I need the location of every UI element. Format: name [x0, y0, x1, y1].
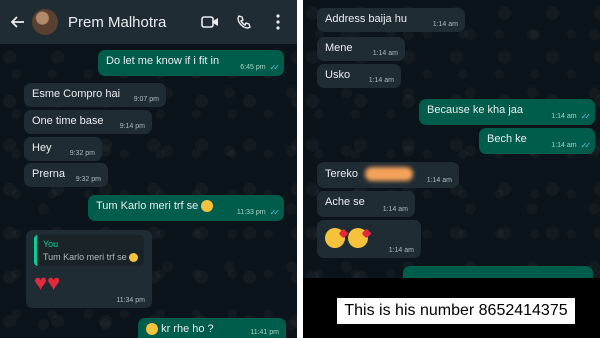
message-incoming[interactable]: Usko 1:14 am	[317, 64, 401, 88]
message-time: 1:14 am	[382, 206, 408, 213]
quote-text: Tum Karlo meri trf se	[43, 252, 127, 262]
red-heart-emoji-icon: ♥	[34, 270, 48, 296]
avatar[interactable]	[32, 9, 58, 35]
smiling-face-emoji-icon	[129, 253, 139, 263]
message-text: Ache se	[325, 196, 365, 208]
smiling-face-emoji-icon	[201, 200, 214, 213]
message-incoming[interactable]: Address baija hu 1:14 am	[317, 8, 465, 32]
message-time: 11:34 pm	[116, 297, 145, 304]
red-heart-emoji-icon: ♥	[47, 270, 61, 296]
chat-header: Prem Malhotra	[0, 0, 297, 44]
read-ticks-icon: ✓✓	[580, 141, 592, 150]
kissing-face-emoji-icon	[325, 228, 345, 248]
message-incoming[interactable]: Ache se 1:14 am	[317, 191, 415, 217]
message-time: 1:14 am	[388, 247, 414, 254]
message-time: 1:14 am	[432, 21, 458, 28]
message-time: 1:14 am	[551, 142, 577, 149]
message-text: Esme Compro hai	[32, 88, 121, 100]
message-incoming[interactable]: 1:14 am	[317, 220, 421, 258]
message-outgoing[interactable]: Bech ke 1:14 am ✓✓	[479, 128, 595, 154]
message-time: 11:33 pm	[236, 209, 266, 216]
message-outgoing[interactable]: kr rhe ho ? 11:41 pm	[138, 318, 286, 338]
message-text: Tum Karlo meri trf se	[96, 200, 199, 212]
message-text: Bech ke	[487, 133, 527, 145]
message-time: 9:32 pm	[75, 176, 101, 183]
chat-screenshot-right: Address baija hu 1:14 am Mene 1:14 am Us…	[303, 0, 600, 338]
message-time: 11:41 pm	[250, 329, 279, 336]
smiling-face-emoji-icon	[146, 323, 158, 336]
message-text: Hey	[32, 142, 52, 154]
message-time: 1:14 am	[368, 77, 394, 84]
quote-author: You	[43, 239, 59, 249]
message-time: 9:07 pm	[133, 96, 159, 103]
message-incoming[interactable]: Mene 1:14 am	[317, 37, 405, 61]
message-outgoing[interactable]: Tum Karlo meri trf se 11:33 pm ✓✓	[88, 195, 284, 221]
message-time: 9:32 pm	[69, 150, 95, 157]
message-outgoing[interactable]: Because ke kha jaa 1:14 am ✓✓	[419, 99, 595, 125]
read-ticks-icon: ✓✓	[580, 112, 592, 121]
phone-call-icon[interactable]	[233, 11, 255, 33]
message-text: Do let me know if i fit in	[106, 55, 220, 67]
message-incoming[interactable]: Esme Compro hai 9:07 pm	[24, 83, 166, 107]
video-call-icon[interactable]	[199, 11, 221, 33]
message-outgoing[interactable]: Do let me know if i fit in 6:45 pm ✓✓	[98, 50, 284, 76]
message-time: 1:14 am	[551, 113, 577, 120]
message-text: Mene	[325, 42, 353, 54]
message-incoming[interactable]: One time base 9:14 pm	[24, 110, 152, 134]
message-text: Address baija hu	[325, 13, 407, 25]
message-text: Tereko	[325, 167, 359, 180]
message-text: Because ke kha jaa	[427, 104, 524, 116]
read-ticks-icon: ✓✓	[269, 208, 281, 217]
message-incoming[interactable]: Hey 9:32 pm	[24, 137, 102, 161]
message-text: One time base	[32, 115, 104, 127]
chat-screenshot-left: Prem Malhotra Do let me know if i fit in…	[0, 0, 297, 338]
redacted-name-blur	[365, 167, 414, 181]
message-text: Prerna	[32, 168, 66, 180]
read-ticks-icon: ✓✓	[269, 63, 281, 72]
message-incoming[interactable]: Tereko 1:14 am	[317, 162, 459, 188]
back-arrow-icon[interactable]	[8, 12, 28, 32]
message-text: kr rhe ho ?	[161, 323, 214, 335]
message-text: Usko	[325, 69, 351, 81]
message-incoming[interactable]: Prerna 9:32 pm	[24, 163, 108, 187]
contact-name[interactable]: Prem Malhotra	[68, 14, 199, 31]
message-reply-incoming[interactable]: You Tum Karlo meri trf se ♥♥ 11:34 pm	[26, 230, 152, 308]
quoted-message[interactable]: You Tum Karlo meri trf se	[34, 235, 144, 267]
kissing-face-emoji-icon	[348, 228, 368, 248]
caption-text: This is his number 8652414375	[337, 298, 575, 324]
more-options-icon[interactable]	[267, 11, 289, 33]
message-time: 1:14 am	[426, 177, 452, 184]
message-time: 1:14 am	[372, 50, 398, 57]
message-time: 9:14 pm	[119, 123, 145, 130]
message-time: 6:45 pm	[240, 64, 266, 71]
caption-bar: This is his number 8652414375	[303, 278, 600, 338]
